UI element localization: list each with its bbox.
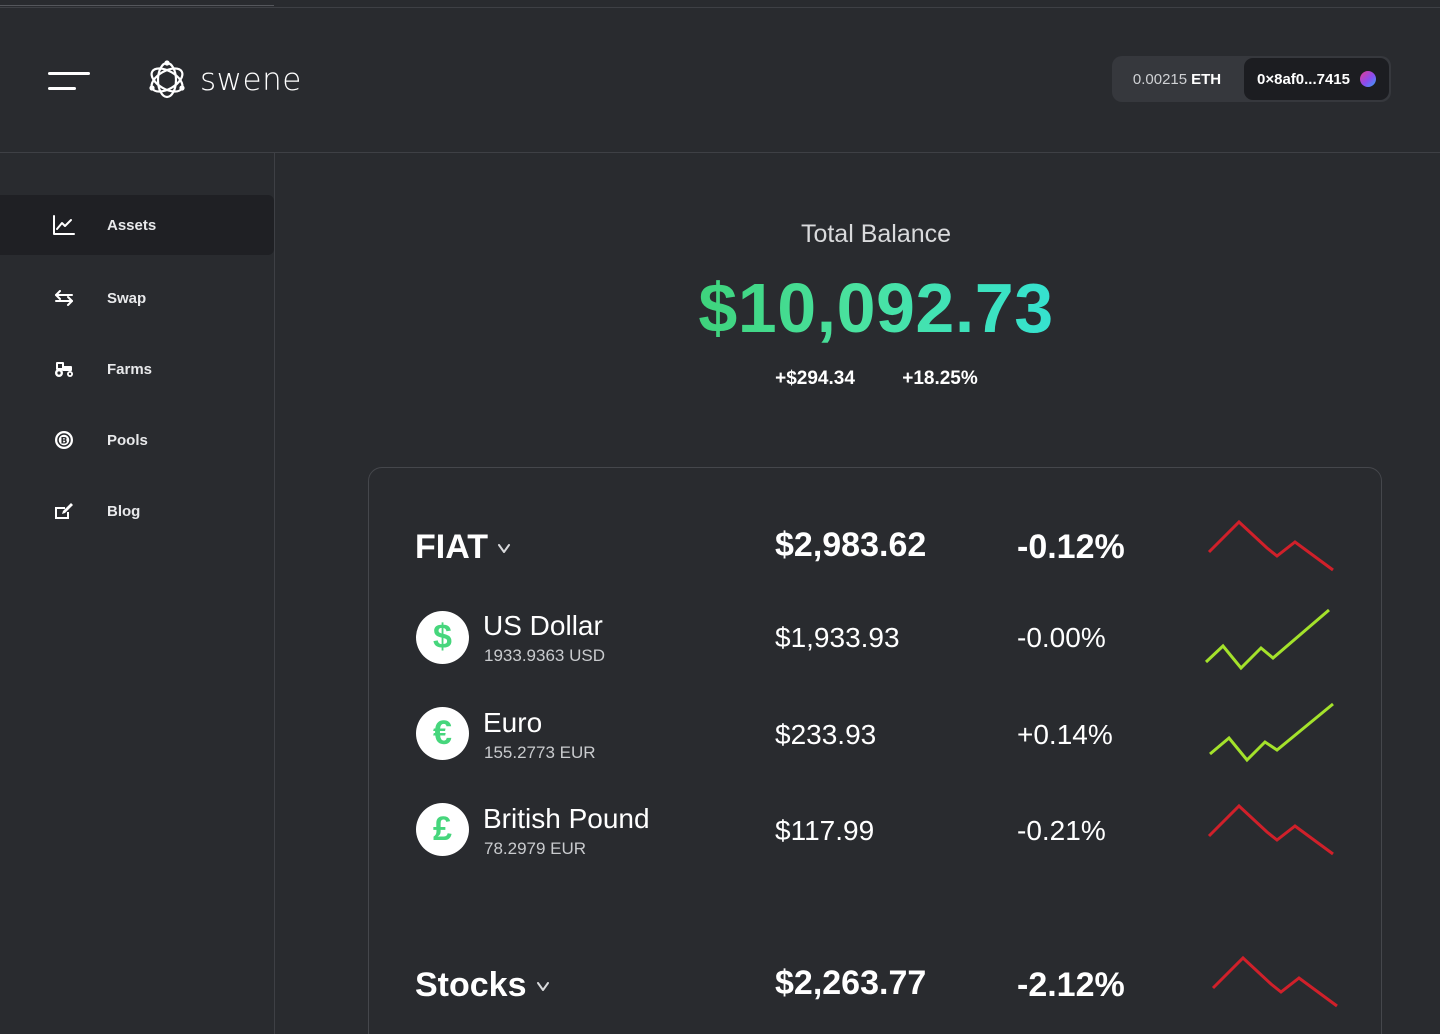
app-logo[interactable]: swene: [144, 56, 302, 104]
swene-logo-icon: [149, 60, 185, 99]
wallet-widget[interactable]: 0.00215 ETH 0×8af0...7415: [1112, 56, 1391, 102]
trend-sparkline-down: [1207, 519, 1334, 572]
svg-text:B: B: [61, 437, 68, 447]
asset-name: British Pound: [483, 803, 650, 834]
group-title: Stocks: [415, 966, 527, 1004]
currency-icon-usd: $: [416, 611, 469, 664]
group-toggle-stocks[interactable]: Stocks: [415, 966, 551, 1005]
window-tab-edge: [0, 0, 274, 6]
group-change: -2.12%: [1017, 966, 1125, 1004]
swap-arrows-icon: [52, 286, 76, 310]
asset-change: -0.21%: [1017, 815, 1106, 846]
balance-change-absolute: +$294.34: [775, 368, 855, 389]
trend-sparkline-up: [1204, 608, 1330, 671]
currency-icon-eur: €: [416, 707, 469, 760]
hamburger-menu-button[interactable]: [44, 70, 94, 96]
window-top-edge: [0, 0, 1440, 8]
group-title: FIAT: [415, 528, 489, 566]
assets-panel: FIAT $2,983.62 -0.12% $ US Dollar 1933.9…: [368, 467, 1382, 1034]
currency-icon-gbp: £: [416, 803, 469, 856]
sidebar-item-label: Swap: [107, 289, 147, 307]
chevron-down-icon: [496, 540, 512, 556]
trend-sparkline-down: [1207, 803, 1334, 856]
sidebar-item-label: Assets: [107, 216, 157, 234]
blog-pen-icon: [52, 499, 76, 523]
hamburger-line-icon: [48, 72, 90, 75]
sidebar-item-label: Pools: [107, 431, 148, 449]
chevron-down-icon: [535, 978, 551, 994]
total-balance-amount: $10,092.73: [698, 269, 1054, 347]
asset-name: Euro: [483, 707, 543, 738]
coin-pool-icon: B: [52, 428, 76, 452]
tractor-icon: [52, 357, 76, 381]
sidebar-item-assets[interactable]: Assets: [0, 195, 274, 255]
hamburger-line-icon: [48, 87, 76, 90]
asset-name: US Dollar: [483, 610, 603, 641]
app-name: swene: [200, 62, 302, 98]
asset-amount: 78.2979 EUR: [484, 839, 587, 858]
sidebar-item-blog[interactable]: Blog: [0, 481, 274, 541]
asset-change: +0.14%: [1017, 719, 1113, 750]
sidebar-item-farms[interactable]: Farms: [0, 339, 274, 399]
sidebar-item-pools[interactable]: B Pools: [0, 410, 274, 470]
group-value: $2,263.77: [775, 964, 927, 1002]
wallet-balance-amount: 0.00215: [1132, 70, 1188, 88]
wallet-avatar-icon: [1360, 71, 1376, 87]
wallet-balance-unit: ETH: [1191, 70, 1222, 88]
group-change: -0.12%: [1017, 528, 1125, 566]
app-header: swene 0.00215 ETH 0×8af0...7415: [0, 8, 1440, 153]
total-balance-value: $10,092.73: [600, 268, 1152, 348]
sidebar-item-swap[interactable]: Swap: [0, 268, 274, 328]
wallet-balance: 0.00215 ETH: [1112, 56, 1242, 102]
asset-change: -0.00%: [1017, 622, 1106, 653]
sidebar: Assets Swap Farms B Pools Blog: [0, 153, 275, 1034]
total-balance-title: Total Balance: [800, 220, 952, 248]
asset-amount: 155.2773 EUR: [484, 743, 596, 762]
balance-change-percent: +18.25%: [902, 368, 978, 389]
sidebar-item-label: Blog: [107, 502, 141, 520]
wallet-address: 0×8af0...7415: [1257, 70, 1350, 88]
asset-amount: 1933.9363 USD: [484, 646, 605, 665]
group-value: $2,983.62: [775, 526, 927, 564]
trend-sparkline-down: [1211, 955, 1338, 1008]
asset-value: $117.99: [775, 815, 875, 846]
sidebar-item-label: Farms: [107, 360, 153, 378]
asset-value: $233.93: [775, 719, 877, 750]
wallet-address-button[interactable]: 0×8af0...7415: [1244, 58, 1389, 100]
trend-sparkline-up: [1209, 702, 1334, 763]
chart-line-icon: [52, 213, 76, 237]
group-toggle-fiat[interactable]: FIAT: [415, 528, 512, 567]
asset-value: $1,933.93: [775, 622, 900, 653]
